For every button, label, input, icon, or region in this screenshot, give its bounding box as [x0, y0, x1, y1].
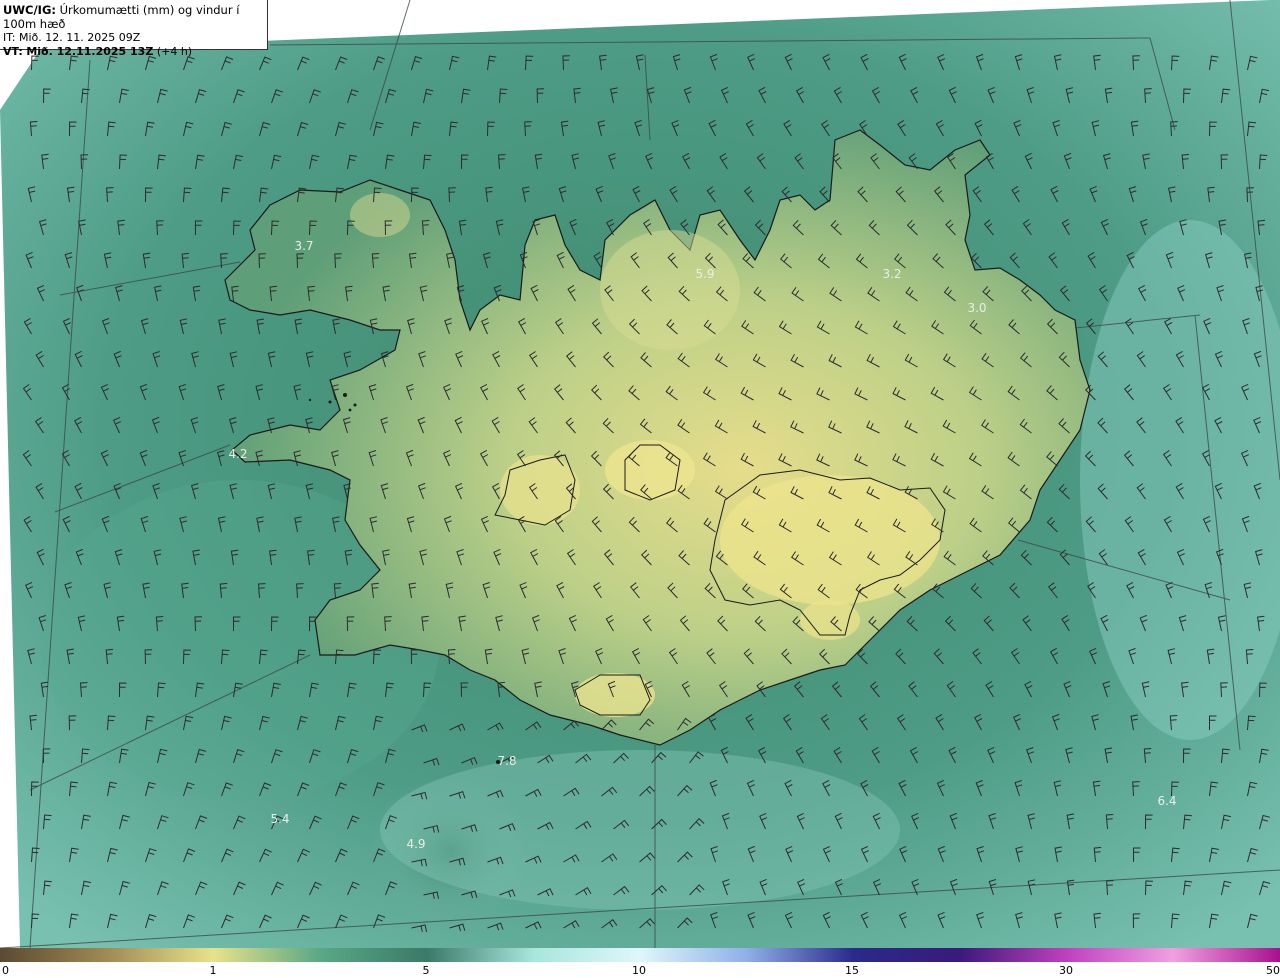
precip-value-label: 4.9	[406, 837, 425, 851]
colorbar-tick-label: 1	[209, 964, 217, 977]
precip-value-label: 5.9	[695, 267, 714, 281]
it-value: Mið. 12. 11. 2025 09Z	[18, 31, 141, 44]
init-time-line: IT: Mið. 12. 11. 2025 09Z	[3, 31, 264, 45]
vt-prefix: VT:	[3, 45, 23, 58]
colorbar-tick-label: 10	[632, 964, 646, 977]
ocean-shade-south	[380, 750, 900, 910]
precip-value-label: 5.4	[270, 812, 289, 826]
precip-value-label: 3.7	[294, 239, 313, 253]
colorbar-tick-label: 0	[2, 964, 9, 977]
precip-value-label: 7.8	[497, 754, 516, 768]
product-title-line: UWC/IG: Úrkomumætti (mm) og vindur í 100…	[3, 3, 264, 31]
forecast-map: 3.7 5.9 3.2 3.0 4.2 7.8 5.4 4.9 6.4	[0, 0, 1280, 948]
colorbar-tick-label: 50	[1266, 964, 1280, 977]
vt-value: Mið. 12.11.2025 13Z	[26, 45, 154, 58]
colorbar-tick-label: 30	[1059, 964, 1073, 977]
map-header: UWC/IG: Úrkomumætti (mm) og vindur í 100…	[0, 0, 268, 58]
colorbar-tick-label: 15	[845, 964, 859, 977]
vt-lead: (+4 h)	[156, 45, 193, 58]
precip-value-label: 3.0	[967, 301, 986, 315]
valid-time-line: VT: Mið. 12.11.2025 13Z (+4 h)	[3, 45, 264, 59]
precip-value-label: 6.4	[1157, 794, 1176, 808]
precip-value-label: 4.2	[228, 447, 247, 461]
it-prefix: IT:	[3, 31, 16, 44]
product-prefix: UWC/IG:	[3, 3, 56, 17]
colorbar-tick-label: 5	[422, 964, 430, 977]
colorbar	[0, 948, 1280, 962]
precip-value-label: 3.2	[882, 267, 901, 281]
colorbar-labels: 0 1 5 10 15 30 50	[0, 962, 1280, 978]
map-stage: 3.7 5.9 3.2 3.0 4.2 7.8 5.4 4.9 6.4 UWC/IG: Úrko…	[0, 0, 1280, 978]
